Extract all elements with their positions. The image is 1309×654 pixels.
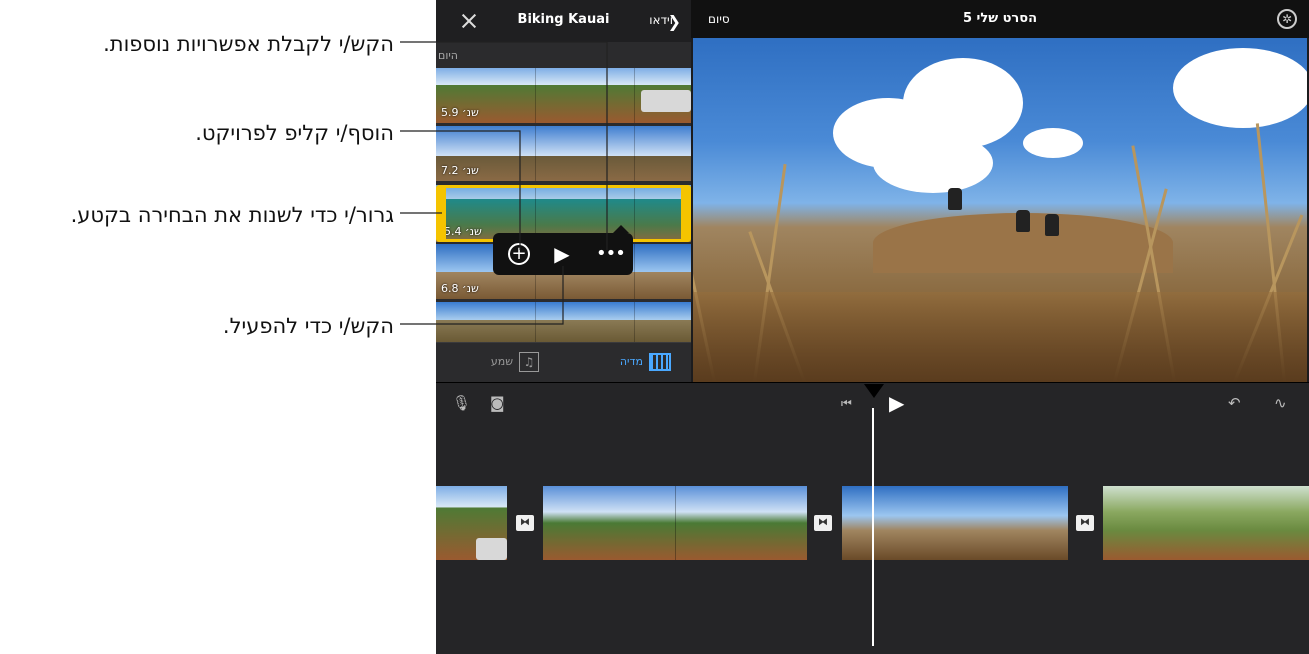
play-icon[interactable]: ▶	[551, 243, 573, 265]
music-note-icon[interactable]: ♫	[519, 352, 539, 372]
gear-icon[interactable]: ✲	[1277, 9, 1297, 29]
media-clip[interactable]	[436, 302, 691, 342]
rider	[1016, 210, 1030, 232]
timeline-clip[interactable]	[1103, 486, 1309, 560]
play-icon[interactable]: ▶	[889, 391, 904, 415]
transition-icon[interactable]: ⧓	[1076, 515, 1094, 531]
tab-audio[interactable]: שמע	[491, 355, 513, 368]
callout-add-clip: הוסף/י קליפ לפרויקט.	[195, 121, 394, 145]
skip-to-start-icon[interactable]: ⏮︎	[841, 396, 852, 411]
imovier-window: Biking Kauai וידאו ❯ היום 5.9 שנ׳ 7.2 שנ…	[436, 0, 1309, 654]
callout-more-options: הקש/י לקבלת אפשרויות נוספות.	[103, 32, 394, 56]
viewer-header: סיום הסרט שלי 5 ✲	[691, 0, 1309, 38]
timeline-clip[interactable]	[543, 486, 807, 560]
chevron-back-icon[interactable]: ❯	[668, 12, 681, 31]
timeline-clip[interactable]	[436, 486, 507, 560]
timeline-clip[interactable]	[842, 486, 1068, 560]
clip-action-popup: + ▶ •••	[493, 225, 633, 275]
media-clip[interactable]: 5.9 שנ׳	[436, 68, 691, 123]
rider	[1045, 214, 1059, 236]
browser-header: Biking Kauai וידאו ❯	[436, 0, 691, 42]
section-today-label: היום	[438, 49, 458, 62]
media-browser: Biking Kauai וידאו ❯ היום 5.9 שנ׳ 7.2 שנ…	[436, 0, 691, 383]
transition-icon[interactable]: ⧓	[516, 515, 534, 531]
camera-icon[interactable]: ◙	[490, 394, 505, 412]
clip-duration: 5.9 שנ׳	[441, 106, 479, 119]
media-clip[interactable]: 7.2 שנ׳	[436, 126, 691, 181]
playhead-line[interactable]	[872, 408, 874, 646]
transition-icon[interactable]: ⧓	[814, 515, 832, 531]
callout-drag-selection: גרור/י כדי לשנות את הבחירה בקטע.	[70, 203, 394, 227]
audio-waveform-icon[interactable]: ∿	[1274, 394, 1287, 412]
video-viewer[interactable]	[693, 38, 1307, 382]
film-icon[interactable]	[649, 353, 671, 371]
popup-pointer	[613, 225, 629, 233]
plus-circle-icon[interactable]: +	[508, 243, 530, 265]
playhead-marker	[864, 384, 884, 398]
clip-duration: 7.2 שנ׳	[441, 164, 479, 177]
browser-tab-bar: מדיה ♫ שמע	[436, 342, 691, 383]
rider	[948, 188, 962, 210]
project-title: הסרט שלי 5	[962, 11, 1038, 26]
callout-play: הקש/י כדי להפעיל.	[222, 314, 394, 338]
undo-icon[interactable]: ↶	[1228, 394, 1241, 412]
more-icon[interactable]: •••	[596, 243, 626, 265]
tab-media[interactable]: מדיה	[620, 355, 643, 368]
microphone-icon[interactable]: 🎙︎	[452, 394, 471, 412]
clip-duration: 6.8 שנ׳	[441, 282, 479, 295]
